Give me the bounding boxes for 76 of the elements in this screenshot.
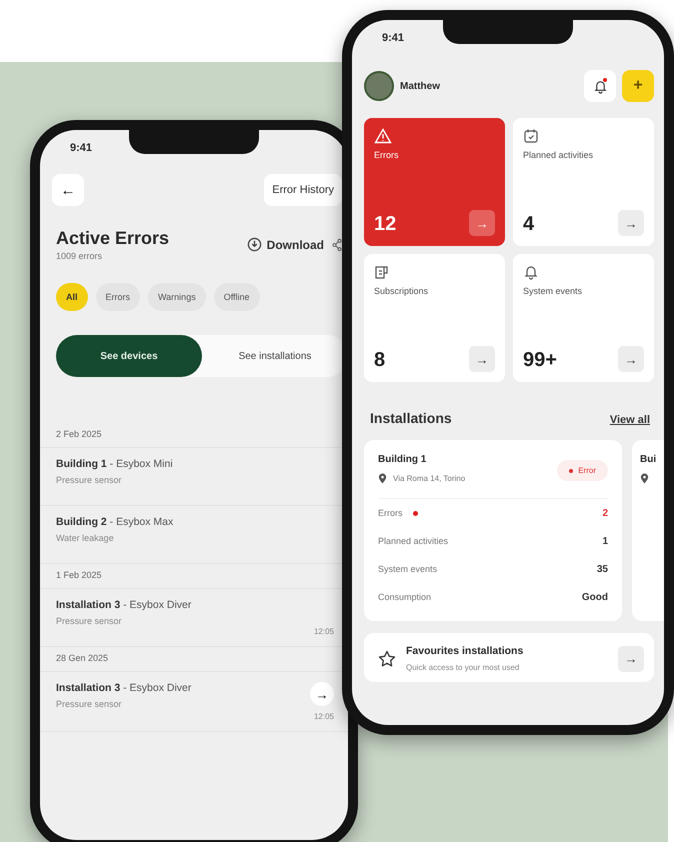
- favourites-card[interactable]: Favourites installations Quick access to your most used →: [364, 633, 654, 682]
- view-toggle-tab[interactable]: See devices: [56, 335, 202, 377]
- error-description: Pressure sensor: [56, 699, 123, 709]
- favourites-title: Favourites installations: [406, 645, 524, 657]
- open-button[interactable]: →: [618, 210, 644, 236]
- tile-label: Planned activities: [523, 150, 594, 162]
- error-history-button[interactable]: Error History: [264, 174, 342, 206]
- date-heading: 1 Feb 2025: [56, 570, 102, 580]
- stat-value: 35: [596, 564, 608, 574]
- status-badge: Error: [557, 460, 608, 481]
- document-icon: [374, 264, 390, 280]
- installation-name: Bui: [640, 454, 658, 465]
- installation-card[interactable]: Bui: [632, 440, 664, 621]
- error-title: Installation 3 - Esybox Diver: [56, 599, 192, 611]
- section-title: Installations: [370, 410, 452, 426]
- error-description: Water leakage: [56, 533, 115, 543]
- status-time: 9:41: [382, 32, 404, 44]
- calendar-icon: [523, 128, 539, 144]
- error-time: 12:05: [314, 712, 334, 721]
- error-time: 12:05: [314, 627, 334, 636]
- location-pin-icon: [378, 473, 387, 484]
- summary-tile[interactable]: System events 99+ →: [513, 254, 654, 382]
- download-button[interactable]: Download: [246, 237, 324, 252]
- open-button[interactable]: →: [618, 646, 644, 672]
- error-description: Pressure sensor: [56, 475, 123, 485]
- installation-card[interactable]: Building 1 Via Roma 14, Torino Error Errors 2 Planned activities 1 System events 35 Consumption Good: [364, 440, 622, 621]
- status-time: 9:41: [70, 142, 92, 154]
- error-description: Pressure sensor: [56, 616, 123, 626]
- tile-count: 12: [374, 213, 396, 236]
- open-button[interactable]: →: [310, 682, 334, 706]
- page-title: Active Errors: [56, 228, 170, 249]
- tile-count: 4: [523, 213, 534, 236]
- date-heading: 28 Gen 2025: [56, 653, 108, 663]
- filter-chip[interactable]: All: [56, 283, 88, 311]
- filter-chip[interactable]: Warnings: [148, 283, 206, 311]
- summary-tile[interactable]: Subscriptions 8 →: [364, 254, 505, 382]
- error-title: Building 1 - Esybox Mini: [56, 458, 173, 470]
- date-heading: 2 Feb 2025: [56, 429, 102, 439]
- stat-label: Consumption: [378, 592, 432, 602]
- summary-tile[interactable]: Planned activities 4 →: [513, 118, 654, 246]
- bell-icon: [523, 264, 539, 280]
- bell-icon: [592, 78, 608, 94]
- add-button[interactable]: +: [622, 70, 654, 102]
- summary-tile[interactable]: Errors 12 →: [364, 118, 505, 246]
- tile-count: 8: [374, 349, 386, 372]
- tile-label: Subscriptions: [374, 286, 430, 298]
- back-button[interactable]: ←: [52, 174, 84, 206]
- open-button[interactable]: →: [618, 346, 644, 372]
- stat-value: Good: [582, 592, 608, 602]
- avatar-icon[interactable]: [364, 71, 394, 101]
- share-icon[interactable]: [332, 238, 342, 252]
- tile-label: System events: [523, 286, 584, 298]
- download-icon: [246, 237, 262, 252]
- view-all-link[interactable]: View all: [610, 414, 650, 426]
- stat-value: 2: [602, 508, 608, 518]
- user-name: Matthew: [400, 80, 441, 92]
- error-title: Building 2 - Esybox Max: [56, 516, 174, 528]
- filter-chip[interactable]: Errors: [96, 283, 140, 311]
- star-icon: [378, 650, 396, 668]
- warning-icon: [374, 128, 392, 144]
- stat-label: System events: [378, 564, 438, 574]
- installation-name: Building 1: [378, 454, 428, 465]
- tile-count: 99+: [523, 349, 557, 372]
- installation-address: Via Roma 14, Torino: [393, 474, 466, 483]
- error-title: Installation 3 - Esybox Diver: [56, 682, 192, 694]
- stat-label: Planned activities: [378, 536, 448, 546]
- stat-label: Errors: [378, 508, 402, 518]
- open-button[interactable]: →: [469, 346, 495, 372]
- error-dot: [412, 510, 418, 516]
- filter-chip[interactable]: Offline: [214, 283, 260, 311]
- location-pin-icon: [640, 473, 649, 484]
- tile-label: Errors: [374, 150, 400, 162]
- stat-value: 1: [602, 536, 608, 546]
- notifications-button[interactable]: [584, 70, 616, 102]
- favourites-subtitle: Quick access to your most used: [406, 663, 520, 672]
- error-count: 1009 errors: [56, 251, 104, 261]
